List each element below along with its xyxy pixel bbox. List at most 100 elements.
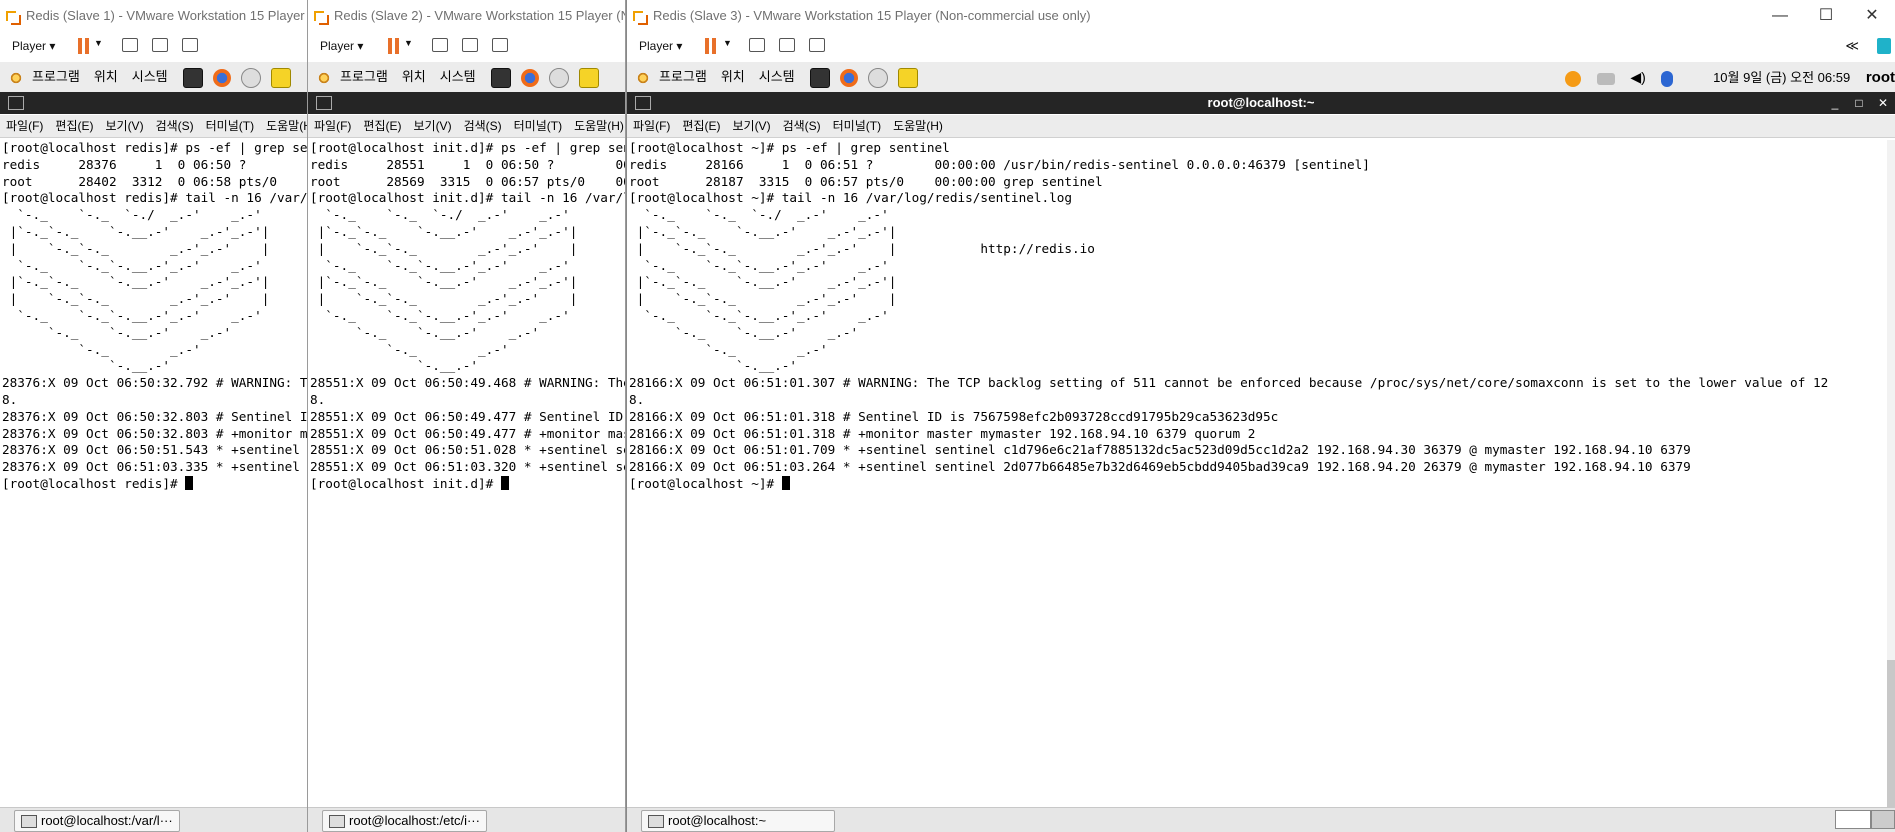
maximize-icon[interactable]: □ <box>1847 92 1871 114</box>
terminal-line: [root@localhost init.d]# tail -n 16 /var… <box>310 190 625 206</box>
minimize-icon[interactable]: _ <box>1823 92 1847 114</box>
unity-icon[interactable] <box>182 38 198 52</box>
menu-terminal[interactable]: 터미널(T) <box>514 115 562 137</box>
maximize-icon[interactable]: ☐ <box>1803 0 1849 32</box>
terminal-line: |`-._`-._ `-.__.-' _.-'_.-'| <box>2 274 270 290</box>
menu-search[interactable]: 검색(S) <box>156 115 194 137</box>
chevron-down-icon[interactable]: ▼ <box>94 38 103 48</box>
send-keys-icon[interactable] <box>122 38 138 52</box>
library-icon[interactable] <box>1877 38 1891 54</box>
menu-help[interactable]: 도움말(H) <box>574 115 624 137</box>
mail-icon[interactable] <box>240 67 261 88</box>
vmware-logo-icon <box>314 9 330 25</box>
mail-icon[interactable] <box>548 67 569 88</box>
terminal-line: 28166:X 09 Oct 06:51:01.709 * +sentinel … <box>629 442 1691 458</box>
menu-system[interactable]: 시스템 <box>132 62 168 92</box>
send-keys-icon[interactable] <box>432 38 448 52</box>
firefox-icon[interactable] <box>520 68 539 87</box>
window-titlebar[interactable]: Redis (Slave 2) - VMware Workstation 15 … <box>308 0 625 32</box>
scrollbar-thumb[interactable] <box>1887 660 1895 808</box>
terminal-icon[interactable] <box>490 67 511 88</box>
menu-file[interactable]: 파일(F) <box>633 115 670 137</box>
user-menu[interactable]: root <box>1866 63 1895 93</box>
terminal-line: `-._ _.-' <box>629 341 828 357</box>
clock[interactable]: 10월 9일 (금) 오전 06:59 <box>1713 63 1850 93</box>
menu-file[interactable]: 파일(F) <box>6 115 43 137</box>
volume-icon[interactable]: ◀) <box>1630 62 1645 92</box>
menu-applications[interactable]: 프로그램 <box>659 62 707 92</box>
terminal-output[interactable]: [root@localhost init.d]# ps -ef | grep s… <box>308 140 625 808</box>
menu-edit[interactable]: 편집(E) <box>682 115 720 137</box>
terminal-line: 8. <box>629 391 645 407</box>
terminal-line: | `-._`-._ _.-'_.-' | <box>2 240 270 256</box>
window-titlebar[interactable]: Redis (Slave 1) - VMware Workstation 15 … <box>0 0 307 32</box>
terminal-line: |`-._`-._ `-.__.-' _.-'_.-'| <box>310 223 578 239</box>
terminal-line: 28551:X 09 Oct 06:50:49.477 # +monitor m… <box>310 425 625 441</box>
menu-terminal[interactable]: 터미널(T) <box>206 115 254 137</box>
terminal-icon[interactable] <box>182 67 203 88</box>
terminal-titlebar[interactable] <box>308 92 625 114</box>
terminal-icon[interactable] <box>809 67 830 88</box>
workspace-2[interactable] <box>1871 810 1895 829</box>
player-menu-button[interactable]: Player ▾ <box>8 36 59 56</box>
menu-file[interactable]: 파일(F) <box>314 115 351 137</box>
minimize-icon[interactable]: — <box>1757 0 1803 32</box>
note-icon[interactable] <box>897 67 918 88</box>
unity-icon[interactable] <box>492 38 508 52</box>
chevron-down-icon[interactable]: ▼ <box>404 38 413 48</box>
window-titlebar[interactable]: Redis (Slave 3) - VMware Workstation 15 … <box>627 0 1895 32</box>
pause-icon[interactable] <box>388 38 400 54</box>
fullscreen-icon[interactable] <box>152 38 168 52</box>
menu-system[interactable]: 시스템 <box>440 62 476 92</box>
terminal-line: |`-._`-._ `-.__.-' _.-'_.-'| <box>629 223 897 239</box>
menu-view[interactable]: 보기(V) <box>413 115 451 137</box>
firefox-icon[interactable] <box>839 68 858 87</box>
player-menu-button[interactable]: Player ▾ <box>316 36 367 56</box>
fullscreen-icon[interactable] <box>462 38 478 52</box>
menu-search[interactable]: 검색(S) <box>783 115 821 137</box>
fullscreen-icon[interactable] <box>779 38 795 52</box>
close-icon[interactable]: ✕ <box>1871 92 1895 114</box>
bluetooth-icon[interactable] <box>1661 70 1674 87</box>
network-icon[interactable] <box>1596 72 1615 85</box>
pause-icon[interactable] <box>78 38 90 54</box>
terminal-scrollbar[interactable] <box>1887 140 1895 808</box>
menu-places[interactable]: 위치 <box>402 62 426 92</box>
terminal-titlebar[interactable] <box>0 92 307 114</box>
firefox-icon[interactable] <box>212 68 231 87</box>
menu-edit[interactable]: 편집(E) <box>363 115 401 137</box>
menu-terminal[interactable]: 터미널(T) <box>833 115 881 137</box>
note-icon[interactable] <box>270 67 291 88</box>
menu-applications[interactable]: 프로그램 <box>32 62 80 92</box>
taskbar-item-terminal[interactable]: root@localhost:~ <box>641 810 835 832</box>
menu-places[interactable]: 위치 <box>94 62 118 92</box>
mail-icon[interactable] <box>867 67 888 88</box>
menu-applications[interactable]: 프로그램 <box>340 62 388 92</box>
terminal-output[interactable]: [root@localhost redis]# ps -ef | grep se… <box>0 140 307 808</box>
menu-system[interactable]: 시스템 <box>759 62 795 92</box>
terminal-line: `-.__.-' <box>310 358 479 374</box>
taskbar-item-terminal[interactable]: root@localhost:/etc/i··· <box>322 810 487 832</box>
terminal-output[interactable]: [root@localhost ~]# ps -ef | grep sentin… <box>627 140 1887 808</box>
workspace-1[interactable] <box>1835 810 1871 829</box>
note-icon[interactable] <box>578 67 599 88</box>
weather-icon[interactable] <box>1565 70 1582 87</box>
pause-icon[interactable] <box>705 38 717 54</box>
menu-search[interactable]: 검색(S) <box>464 115 502 137</box>
menu-view[interactable]: 보기(V) <box>105 115 143 137</box>
send-keys-icon[interactable] <box>749 38 765 52</box>
unity-icon[interactable] <box>809 38 825 52</box>
taskbar-item-terminal[interactable]: root@localhost:/var/l··· <box>14 810 180 832</box>
menu-view[interactable]: 보기(V) <box>732 115 770 137</box>
terminal-icon <box>316 96 332 110</box>
player-menu-button[interactable]: Player ▾ <box>635 36 686 56</box>
menu-edit[interactable]: 편집(E) <box>55 115 93 137</box>
terminal-titlebar[interactable]: root@localhost:~ _ □ ✕ <box>627 92 1895 114</box>
close-icon[interactable]: ✕ <box>1849 0 1895 32</box>
menu-help[interactable]: 도움말(H) <box>893 115 943 137</box>
chevron-down-icon[interactable]: ▼ <box>723 38 732 48</box>
terminal-icon <box>329 815 345 828</box>
menu-places[interactable]: 위치 <box>721 62 745 92</box>
collapse-toolbar-icon[interactable]: ≪ <box>1845 38 1859 54</box>
menu-help[interactable]: 도움말(H) <box>266 115 307 137</box>
